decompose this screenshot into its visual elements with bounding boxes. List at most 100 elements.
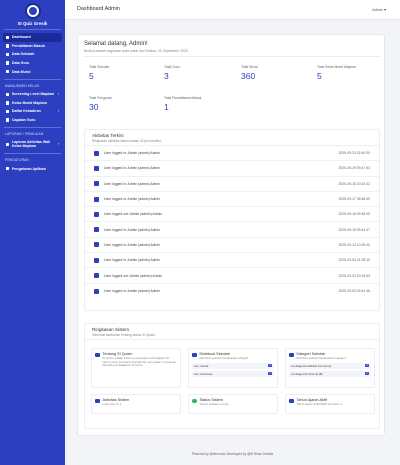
dashboard-icon [6, 35, 10, 39]
brand: SI Quiz Gresik [0, 0, 65, 26]
sidebar-item-label: Screening Level Mapbon [11, 92, 55, 97]
activity-text: User logged in: Admin (admin) Admin [104, 166, 160, 171]
sidebar-item-data-murid[interactable]: Data Murid [3, 67, 62, 76]
stat-value: 3 [164, 71, 169, 81]
footer: Powered by @bermuzin Developed by @M Rek… [191, 452, 274, 456]
class-icon [6, 101, 10, 105]
sidebar-item-label: Pengaturan Aplikasi [11, 166, 47, 171]
sidebar-item-label: Laporan Aktivitas Wali Kelas Mapbon [11, 140, 51, 149]
activity-row: User logged out: Admin (admin) Admin 2025… [85, 268, 379, 284]
distribution-row: Kec. Kebomas 1 [192, 370, 274, 377]
screening-icon [6, 92, 10, 96]
activity-time: 2025-09-23 02:40:30 [338, 151, 370, 156]
activity-time: 2025-09-17 08:46:09 [338, 197, 370, 202]
distribution-row: Kec. Gresik 4 [192, 362, 274, 369]
activity-row: User logged out: Admin (admin) Admin 2025… [85, 207, 379, 223]
sidebar-divider [4, 127, 61, 129]
sidebar-item-laporan[interactable]: Laporan Aktivitas Wali Kelas Mapbon › [3, 138, 62, 150]
stat-total-pendaftaran: Total Pendaftaran Masuk 1 [164, 96, 202, 112]
achievement-icon [6, 118, 10, 122]
page-title: Dashboard Admin [77, 6, 120, 12]
category-row: Lembaga Pendidikan Formal (A) 3 [289, 362, 371, 369]
sidebar-item-kehadiran[interactable]: Daftar Kehadiran › [3, 107, 62, 116]
overview-header: Ringkasan Sistem Informasi tambahan tent… [85, 324, 379, 337]
activity-title: Aktivitas Terkini [92, 133, 124, 138]
stat-total-kelas: Total Kelas Murid Mapbon 5 [317, 65, 356, 81]
activity-time: 2025-09-04 21:28:10 [338, 258, 370, 263]
distribution-box: Distribusi Sekolah Distribusi sekolah be… [188, 348, 278, 388]
school-icon [6, 52, 10, 57]
about-box: Tentang SI Quizin SI Quizin adalah siste… [91, 348, 181, 388]
overview-title: Ringkasan Sistem [92, 327, 130, 332]
activity-row: User logged in: Admin (admin) Admin 2025-… [85, 238, 379, 254]
sidebar-divider [4, 29, 61, 30]
activity-text: User logged in: Admin (admin) Admin [104, 181, 160, 186]
brand-name: SI Quiz Gresik [17, 21, 48, 26]
calendar-icon [289, 398, 294, 403]
welcome-title: Selamat datang, Admin! [84, 41, 148, 47]
count-badge: 3 [364, 364, 369, 368]
stat-total-murid: Total Murid 360 [241, 65, 258, 81]
sidebar-divider [4, 78, 61, 80]
stat-label: Total Penguran [89, 96, 112, 100]
activity-time: 2025-09-03 09:41:46 [338, 289, 370, 294]
activity-list: User logged in: Admin (admin) Admin 2025-… [85, 146, 379, 299]
sidebar-section-pengaturan: PENGATURAN [5, 158, 29, 163]
activity-subtitle: Ringkasan aktivitas sistem dalam 24 jam … [92, 139, 162, 143]
attendance-icon [6, 109, 10, 114]
registration-icon [6, 44, 10, 48]
stat-total-sekolah: Total Sekolah 5 [89, 65, 109, 81]
activity-row: User logged in: Admin (admin) Admin 2025-… [85, 177, 379, 192]
category-label: Lembaga Non Formal (B) [291, 371, 323, 376]
user-icon [94, 211, 99, 217]
stat-value: 360 [241, 71, 256, 81]
sidebar-item-capaian-guru[interactable]: Capaian Guru [3, 116, 62, 125]
sidebar-item-pengaturan[interactable]: Pengaturan Aplikasi [3, 164, 62, 173]
activity-row: User logged in: Admin (admin) Admin 2025-… [85, 146, 379, 162]
sidebar-item-dashboard[interactable]: Dashboard [3, 33, 62, 42]
student-icon [6, 69, 10, 74]
activity-time: 2025-09-19 09:47:53 [338, 166, 370, 171]
stat-label: Total Guru [164, 65, 180, 69]
sidebar-item-data-guru[interactable]: Data Guru [3, 59, 62, 68]
activity-icon [95, 398, 100, 403]
sidebar-item-label: Capaian Guru [11, 118, 36, 123]
divider [85, 339, 379, 340]
activity-time: 2025-09-16 09:48:05 [338, 212, 370, 217]
report-icon [6, 142, 10, 147]
activity-text: User logged in: Admin (admin) Admin [104, 289, 160, 294]
user-icon [94, 150, 99, 156]
user-icon [94, 181, 99, 187]
activity-text: User logged in: Admin (admin) Admin [104, 197, 160, 202]
sidebar-item-data-sekolah[interactable]: Data Sekolah [3, 50, 62, 59]
overview-panel: Ringkasan Sistem Informasi tambahan tent… [84, 323, 380, 429]
chevron-right-icon: › [57, 109, 59, 114]
sidebar-item-label: Daftar Kehadiran [11, 109, 41, 114]
sidebar-item-label: Data Guru [11, 61, 30, 66]
stat-value: 30 [89, 102, 99, 112]
sidebar-item-screening[interactable]: Screening Level Mapbon › [3, 90, 62, 99]
chevron-right-icon: › [57, 142, 59, 147]
overview-subtitle: Informasi tambahan tentang status SI Qui… [92, 333, 156, 337]
sidebar-item-pendaftaran[interactable]: Pendaftaran Masuk [3, 42, 62, 51]
user-menu[interactable]: Admin ▾ [372, 7, 386, 12]
activity-row: User logged in: Admin (admin) Admin 2025-… [85, 161, 379, 177]
check-circle-icon [192, 398, 197, 403]
divider [84, 56, 380, 57]
activity-row: User logged in: Admin (admin) Admin 2025-… [85, 192, 379, 208]
sidebar: SI Quiz Gresik Dashboard Pendaftaran Mas… [0, 0, 65, 465]
stat-label: Total Sekolah [89, 65, 110, 69]
topbar: Dashboard Admin Admin ▾ [65, 0, 400, 20]
stat-label: Total Murid [241, 65, 258, 69]
sidebar-item-kelas-murid[interactable]: Kelas Murid Mapbon [3, 99, 62, 108]
distribution-desc: Distribusi sekolah berdasarkan wilayah. [199, 356, 249, 360]
activity-panel: Aktivitas Terkini Ringkasan aktivitas si… [84, 129, 380, 311]
building-icon [289, 352, 294, 357]
stat-total-penguran: Total Penguran 30 [89, 96, 112, 112]
map-pin-icon [192, 352, 197, 357]
activity-text: User logged in: Admin (admin) Admin [104, 258, 160, 263]
sidebar-divider [4, 153, 61, 155]
system-activity-desc: Login hari ini: 1 [102, 402, 122, 406]
activity-text: User logged in: Admin (admin) Admin [104, 227, 160, 232]
activity-text: User logged in: Admin (admin) Admin [104, 242, 160, 247]
